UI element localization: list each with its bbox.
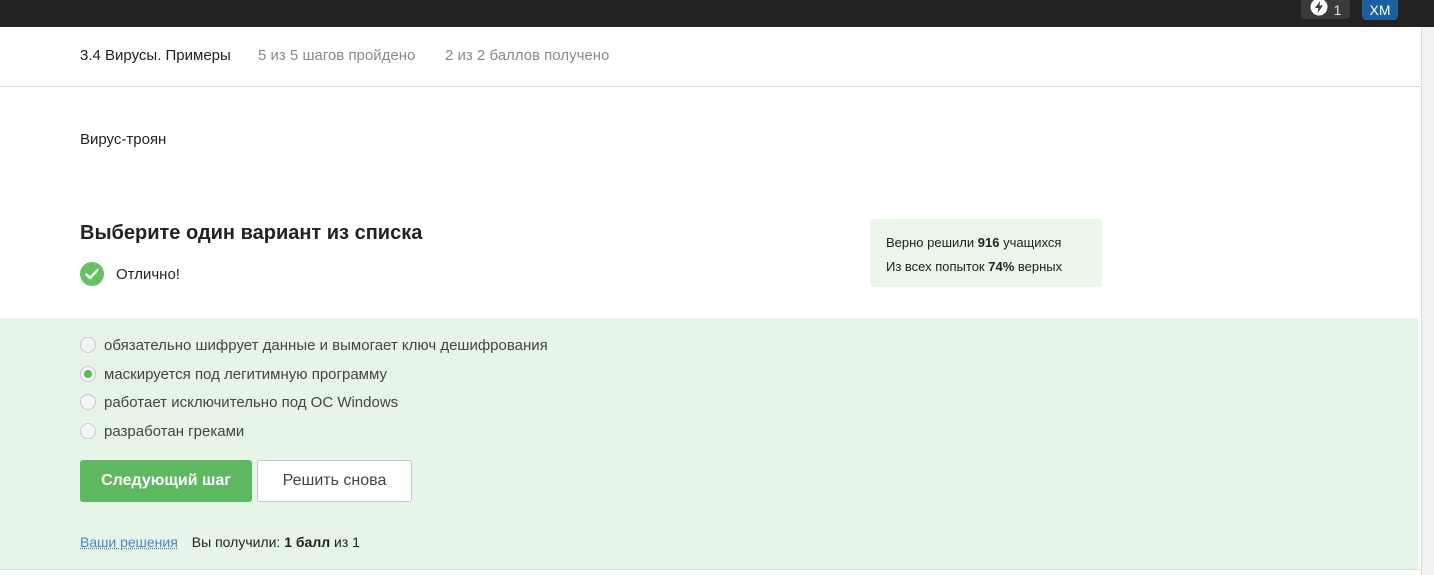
step-text: Вирус-троян xyxy=(80,131,167,148)
your-solutions-link[interactable]: Ваши решения xyxy=(80,534,178,550)
next-step-button[interactable]: Следующий шаг xyxy=(80,460,252,502)
avatar-initials: ХМ xyxy=(1369,2,1391,18)
quiz-answer-area xyxy=(0,318,1418,569)
radio-button-selected[interactable] xyxy=(80,366,96,382)
lesson-title[interactable]: 3.4 Вирусы. Примеры xyxy=(80,47,231,64)
answer-option[interactable]: маскируется под легитимную программу xyxy=(80,364,387,384)
quiz-footer: Ваши решения Вы получили: 1 балл из 1 xyxy=(80,534,360,552)
notifications-count: 1 xyxy=(1333,2,1342,18)
points-suffix: из 1 xyxy=(334,534,360,550)
stats-box: Верно решили 916 учащихся Из всех попыто… xyxy=(870,219,1102,287)
stats-attempts-prefix: Из всех попыток xyxy=(886,259,985,274)
answer-option-label: разработан греками xyxy=(104,422,245,440)
result-text: Отлично! xyxy=(116,265,180,283)
radio-button[interactable] xyxy=(80,337,96,353)
answer-option-label: работает исключительно под ОС Windows xyxy=(104,393,399,411)
solve-again-button[interactable]: Решить снова xyxy=(257,460,412,502)
stats-solved: Верно решили 916 учащихся xyxy=(886,231,1086,255)
answer-option-label: обязательно шифрует данные и вымогает кл… xyxy=(104,336,548,354)
lesson-steps-progress: 5 из 5 шагов пройдено xyxy=(258,47,416,64)
stats-solved-prefix: Верно решили xyxy=(886,235,975,250)
stats-solved-suffix: учащихся xyxy=(1003,235,1062,250)
answer-option-label: маскируется под легитимную программу xyxy=(104,365,387,383)
points-received: Вы получили: 1 балл из 1 xyxy=(192,534,360,550)
notifications-button[interactable]: 1 xyxy=(1301,0,1350,19)
bolt-icon xyxy=(1310,0,1328,16)
page: 1 ХМ 3.4 Вирусы. Примеры 5 из 5 шагов пр… xyxy=(0,0,1434,575)
check-circle-icon xyxy=(80,262,104,286)
stats-attempts-percent: 74% xyxy=(988,259,1015,274)
lesson-header: 3.4 Вирусы. Примеры 5 из 5 шагов пройден… xyxy=(0,27,1421,87)
avatar[interactable]: ХМ xyxy=(1362,0,1398,20)
lesson-score-progress: 2 из 2 баллов получено xyxy=(445,47,610,64)
stats-attempts: Из всех попыток 74% верных xyxy=(886,255,1086,279)
result-row: Отлично! xyxy=(80,262,180,286)
top-bar: 1 ХМ xyxy=(0,0,1434,27)
vertical-scrollbar[interactable] xyxy=(1421,27,1434,575)
answer-option[interactable]: обязательно шифрует данные и вымогает кл… xyxy=(80,335,548,355)
points-prefix: Вы получили: xyxy=(191,534,281,550)
answer-option[interactable]: разработан греками xyxy=(80,421,244,441)
stats-attempts-suffix: верных xyxy=(1017,259,1063,274)
radio-button[interactable] xyxy=(80,423,96,439)
quiz-heading: Выберите один вариант из списка xyxy=(80,222,423,244)
radio-button[interactable] xyxy=(80,394,96,410)
points-value: 1 балл xyxy=(284,534,331,550)
stats-solved-count: 916 xyxy=(977,235,1000,250)
answer-option[interactable]: работает исключительно под ОС Windows xyxy=(80,392,398,412)
bottom-divider xyxy=(0,569,1421,575)
